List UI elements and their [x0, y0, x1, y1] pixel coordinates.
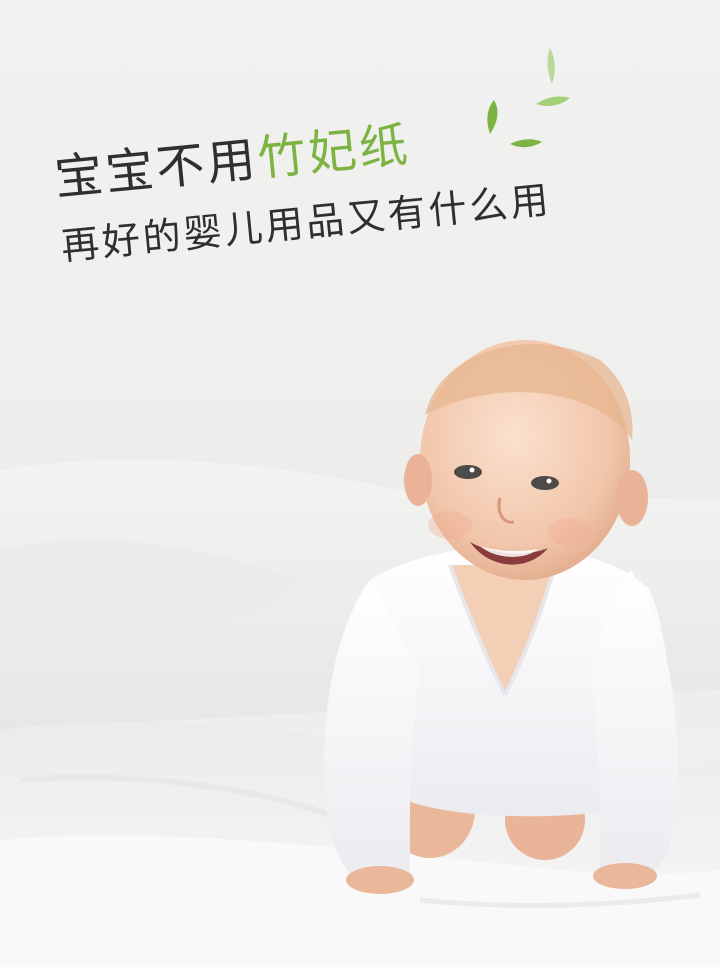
headline-line-1-prefix: 宝宝不用	[52, 131, 261, 207]
baby-photo	[324, 340, 679, 894]
poster: 宝宝不用竹妃纸 再好的婴儿用品又有什么用	[0, 0, 720, 967]
headline: 宝宝不用竹妃纸 再好的婴儿用品又有什么用	[52, 89, 701, 272]
headline-brand-accent: 竹妃纸	[255, 116, 413, 188]
